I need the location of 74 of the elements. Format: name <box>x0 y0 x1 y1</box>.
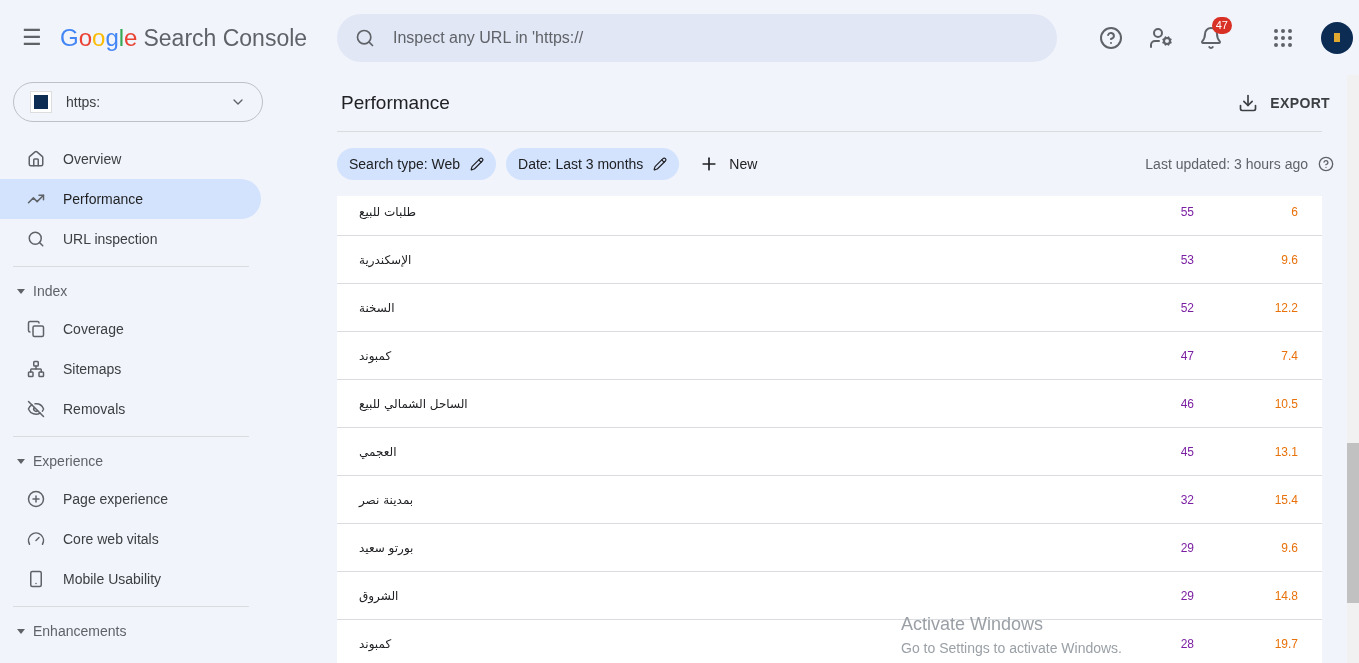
search-field[interactable]: Inspect any URL in 'https:// <box>337 13 1057 62</box>
search-icon <box>27 230 45 248</box>
clicks-cell-text: 28 <box>1179 635 1194 653</box>
gauge-icon <box>27 530 45 548</box>
clicks-cell-text: 46 <box>1179 395 1194 413</box>
property-url: https: <box>66 92 102 112</box>
query-cell-text: الإسكندرية <box>359 251 412 269</box>
position-cell-text: 14.8 <box>1273 587 1299 605</box>
plus-circle-icon <box>27 490 45 508</box>
clicks-cell-text: 52 <box>1179 299 1194 317</box>
activation-title: Activate Windows <box>901 613 1044 636</box>
sidebar-item[interactable]: Performance <box>0 179 261 219</box>
logo: Google <box>60 22 138 53</box>
clicks-cell-text: 29 <box>1179 539 1194 557</box>
site-icon <box>30 91 52 113</box>
sidebar-item[interactable]: Coverage <box>0 309 261 349</box>
copy-icon <box>27 320 45 338</box>
notification-count: 47 <box>1211 16 1232 34</box>
clicks-cell-text: 29 <box>1179 587 1194 605</box>
query-cell-text: الساحل الشمالي للبيع <box>359 395 468 413</box>
position-cell-text: 9.6 <box>1280 539 1299 557</box>
position-cell-text: 7.4 <box>1280 347 1299 365</box>
hidden-eye-icon <box>27 400 45 418</box>
clicks-cell-text: 32 <box>1179 491 1194 509</box>
search-icon <box>355 27 375 48</box>
position-cell-text: 19.7 <box>1273 635 1299 653</box>
query-cell-text: العجمي <box>359 443 397 461</box>
product-name: Search Console <box>143 23 308 53</box>
position-cell-text: 12.2 <box>1273 299 1299 317</box>
sidebar-item[interactable]: Sitemaps <box>0 349 261 389</box>
new-filter-button[interactable]: New <box>699 153 758 175</box>
last-updated: Last updated: 3 hours ago <box>1145 154 1308 174</box>
clicks-cell-text: 55 <box>1179 203 1194 221</box>
section-header[interactable]: Enhancements <box>13 613 249 649</box>
pencil-icon <box>653 157 668 171</box>
clicks-cell-text: 53 <box>1179 251 1194 269</box>
query-cell-text: بورتو سعيد <box>359 539 414 557</box>
help-icon[interactable] <box>1318 156 1334 172</box>
filter-chip[interactable]: Search type: Web <box>337 148 497 180</box>
position-cell-text: 6 <box>1290 203 1299 221</box>
query-cell-text: السخنة <box>359 299 395 317</box>
sidebar-item[interactable]: Core web vitals <box>0 519 261 559</box>
position-cell-text: 13.1 <box>1273 443 1299 461</box>
search-input[interactable]: Inspect any URL in 'https:// <box>393 25 1039 50</box>
position-cell-text: 15.4 <box>1273 491 1299 509</box>
section-header[interactable]: Experience <box>13 443 249 479</box>
sidebar-item[interactable]: Removals <box>0 389 261 429</box>
help-icon[interactable] <box>1099 25 1123 50</box>
filter-chip[interactable]: Date: Last 3 months <box>506 148 680 180</box>
export-button[interactable]: EXPORT <box>1238 92 1330 114</box>
menu-button[interactable]: ☰ <box>22 21 42 54</box>
phone-icon <box>27 570 45 588</box>
section-header[interactable]: Index <box>13 273 249 309</box>
query-cell-text: كمبوند <box>359 635 392 653</box>
avatar[interactable] <box>1321 21 1353 54</box>
query-cell-text: كمبوند <box>359 347 392 365</box>
sidebar-item[interactable]: URL inspection <box>0 219 261 259</box>
activation-subtitle: Go to Settings to activate Windows. <box>901 639 1122 658</box>
page-title: Performance <box>341 90 450 115</box>
user-settings-icon[interactable] <box>1149 25 1173 50</box>
clicks-cell-text: 45 <box>1179 443 1194 461</box>
pencil-icon <box>470 157 485 171</box>
query-cell-text: بمدينة نصر <box>359 491 414 509</box>
sidebar-item[interactable]: Overview <box>0 139 261 179</box>
home-icon <box>27 150 45 168</box>
query-cell-text: الشروق <box>359 587 399 605</box>
position-cell-text: 10.5 <box>1273 395 1299 413</box>
sidebar-item[interactable]: Page experience <box>0 479 261 519</box>
download-icon <box>1238 93 1259 113</box>
query-cell-text: طلبات للبيع <box>359 203 417 221</box>
position-cell-text: 9.6 <box>1280 251 1299 269</box>
clicks-cell-text: 47 <box>1179 347 1194 365</box>
sidebar-item[interactable]: Mobile Usability <box>0 559 261 599</box>
sitemap-icon <box>27 360 45 378</box>
